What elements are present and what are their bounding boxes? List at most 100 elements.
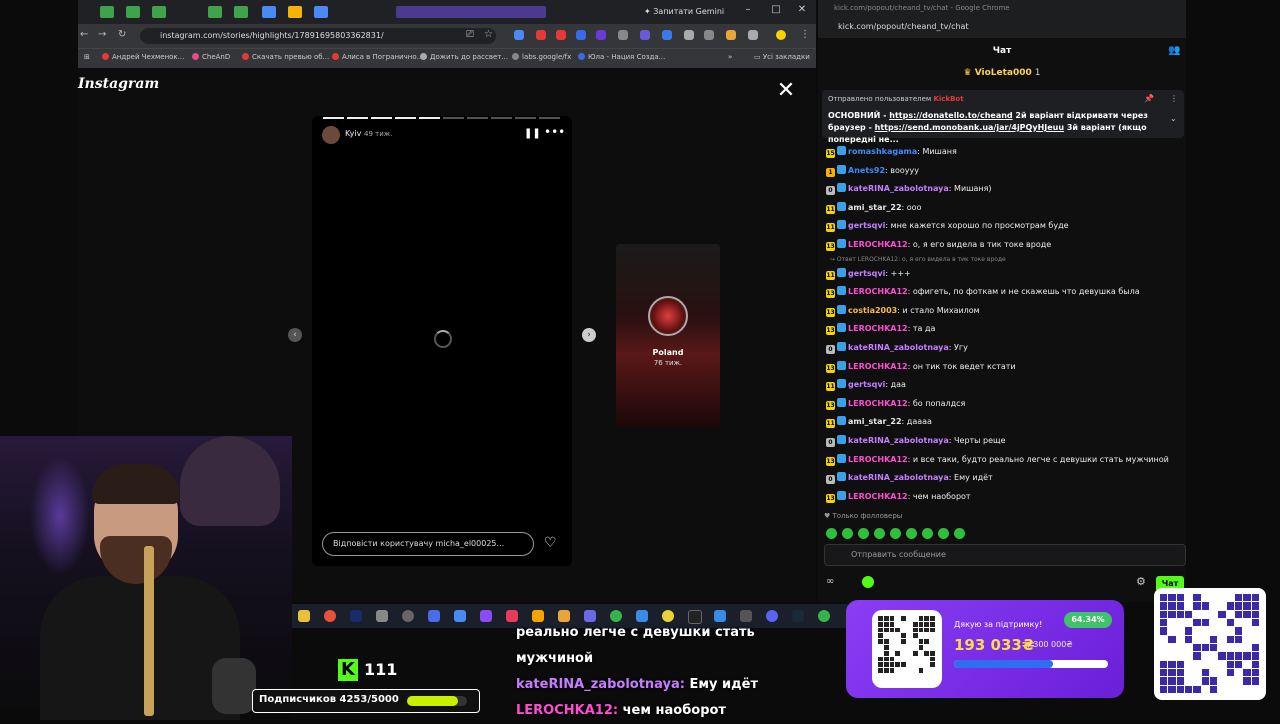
pause-icon[interactable]: ❚❚: [524, 128, 541, 139]
app-icon[interactable]: [402, 610, 414, 622]
tab[interactable]: [288, 6, 302, 18]
chat-username[interactable]: LEROCHKA12: [848, 362, 908, 371]
bookmark[interactable]: labs.google/fx: [512, 53, 571, 61]
back-icon[interactable]: ←: [80, 29, 88, 40]
emote-icon[interactable]: [826, 528, 837, 539]
previous-arrow-icon[interactable]: ‹: [288, 328, 302, 342]
chat-username[interactable]: gertsqvi: [848, 221, 885, 230]
cast-icon[interactable]: ⎚: [466, 29, 474, 40]
chrome-icon[interactable]: [324, 610, 336, 622]
chat-message[interactable]: 1 Anets92: вооууу: [826, 162, 1182, 181]
chevron-right-icon[interactable]: »: [728, 53, 732, 61]
extension-icon[interactable]: [684, 30, 694, 40]
chat-message[interactable]: 13 costia2003: и стало Михаилом: [826, 302, 1182, 321]
more-icon[interactable]: •••: [544, 125, 565, 139]
tab-gemini[interactable]: ✦ Запитати Gemini: [644, 4, 734, 20]
more-icon[interactable]: ⋮: [1170, 94, 1178, 103]
chat-message[interactable]: 13 LEROCHKA12: о, я его видела в тик токе…: [826, 236, 1182, 255]
extension-icon[interactable]: [514, 30, 524, 40]
users-icon[interactable]: 👥: [1168, 45, 1180, 56]
next-story-preview[interactable]: Poland 76 тиж.: [616, 244, 720, 428]
emote-icon[interactable]: [874, 528, 885, 539]
extension-icon[interactable]: [662, 30, 672, 40]
chat-message[interactable]: 0 kateRINA_zabolotnaya: Угу: [826, 339, 1182, 358]
chat-username[interactable]: LEROCHKA12: [848, 455, 908, 464]
extension-icon[interactable]: [596, 30, 606, 40]
tab[interactable]: [234, 6, 248, 18]
app-icon[interactable]: [818, 610, 830, 622]
pinned-message[interactable]: Отправлено пользователем KickBot ОСНОВНИ…: [822, 90, 1184, 144]
menu-icon[interactable]: ⋮: [800, 29, 810, 40]
chat-username[interactable]: kateRINA_zabolotnaya: [848, 436, 949, 445]
extension-icon[interactable]: [556, 30, 566, 40]
chat-message[interactable]: 11 gertsqvi: +++: [826, 265, 1182, 284]
chat-message[interactable]: 0 kateRINA_zabolotnaya: Ему идёт: [826, 469, 1182, 488]
chat-message[interactable]: 0 kateRINA_zabolotnaya: Черты реще: [826, 432, 1182, 451]
next-arrow-icon[interactable]: ›: [582, 328, 596, 342]
infinity-icon[interactable]: ∞: [826, 576, 834, 587]
chat-message[interactable]: 13 LEROCHKA12: и все таки, будто реально …: [826, 451, 1182, 470]
gear-icon[interactable]: ⚙: [1136, 575, 1146, 588]
close-icon[interactable]: ✕: [776, 78, 796, 103]
tab[interactable]: [126, 6, 140, 18]
emote-icon[interactable]: [938, 528, 949, 539]
chat-username[interactable]: ami_star_22: [848, 417, 902, 426]
profile-avatar[interactable]: [776, 30, 786, 40]
maximize-icon[interactable]: □: [766, 4, 786, 15]
chat-username[interactable]: LEROCHKA12: [848, 399, 908, 408]
chat-username[interactable]: LEROCHKA12: [848, 240, 908, 249]
emote-icon[interactable]: [922, 528, 933, 539]
chat-message[interactable]: 13 LEROCHKA12: он тик ток ведет кстати: [826, 358, 1182, 377]
chat-username[interactable]: kateRINA_zabolotnaya: [848, 343, 949, 352]
url-bar[interactable]: instagram.com/stories/highlights/1789169…: [140, 28, 496, 44]
chat-username[interactable]: LEROCHKA12: [848, 324, 908, 333]
tab[interactable]: [152, 6, 166, 18]
bookmark[interactable]: CheAnD: [192, 53, 230, 61]
heart-icon[interactable]: ♡: [544, 535, 557, 551]
chat-message[interactable]: 13 LEROCHKA12: бо попалдся: [826, 395, 1182, 414]
pinned-link[interactable]: https://send.monobank.ua/jar/4jPQyHJeuu: [875, 123, 1064, 132]
bookmark[interactable]: Андрей Чехменок...: [102, 53, 184, 61]
reply-input[interactable]: Відповісти користувачу micha_el00025...: [322, 532, 534, 556]
chat-username[interactable]: romashkagama: [848, 147, 917, 156]
chat-username[interactable]: Anets92: [848, 166, 885, 175]
chat-message[interactable]: 13 LEROCHKA12: та да: [826, 320, 1182, 339]
chat-message[interactable]: 11 ami_star_22: ооо: [826, 199, 1182, 218]
chat-message[interactable]: 13 LEROCHKA12: чем наоборот: [826, 488, 1182, 507]
chat-message[interactable]: 0 kateRINA_zabolotnaya: Мишаня): [826, 180, 1182, 199]
story-location[interactable]: Kyiv: [345, 129, 361, 138]
app-icon[interactable]: [480, 610, 492, 622]
tab[interactable]: [100, 6, 114, 18]
puzzle-icon[interactable]: [748, 30, 758, 40]
photoshop-icon[interactable]: [350, 610, 362, 622]
chat-username[interactable]: costia2003: [848, 306, 897, 315]
pin-icon[interactable]: 📌: [1144, 94, 1154, 103]
chat-username[interactable]: ami_star_22: [848, 203, 902, 212]
emote-icon[interactable]: [954, 528, 965, 539]
emote-icon[interactable]: [906, 528, 917, 539]
star-icon[interactable]: ☆: [484, 29, 493, 40]
extension-icon[interactable]: [576, 30, 586, 40]
extension-icon[interactable]: [640, 30, 650, 40]
minimize-icon[interactable]: –: [738, 4, 758, 15]
pinned-link[interactable]: https://donatello.to/cheand: [889, 111, 1012, 120]
reload-icon[interactable]: ↻: [118, 29, 126, 40]
gift-user[interactable]: VioLeta000: [975, 68, 1032, 78]
folder-icon[interactable]: [298, 610, 310, 622]
chat-username[interactable]: gertsqvi: [848, 269, 885, 278]
chat-message[interactable]: 11 gertsqvi: мне кажется хорошо по просмо…: [826, 217, 1182, 236]
extension-icon[interactable]: [726, 30, 736, 40]
extension-icon[interactable]: [618, 30, 628, 40]
chat-username[interactable]: kateRINA_zabolotnaya: [848, 184, 949, 193]
bookmark[interactable]: Дожить до рассвет...: [420, 53, 508, 61]
tab[interactable]: [262, 6, 276, 18]
tab[interactable]: [396, 6, 546, 18]
kick-icon[interactable]: [862, 576, 874, 588]
forward-icon[interactable]: →: [98, 29, 106, 40]
app-icon[interactable]: [454, 610, 466, 622]
chat-username[interactable]: LEROCHKA12: [848, 492, 908, 501]
chat-message[interactable]: 11 gertsqvi: даа: [826, 376, 1182, 395]
chat-message[interactable]: 11 ami_star_22: даааа: [826, 413, 1182, 432]
avatar[interactable]: [322, 126, 340, 144]
chat-username[interactable]: gertsqvi: [848, 380, 885, 389]
